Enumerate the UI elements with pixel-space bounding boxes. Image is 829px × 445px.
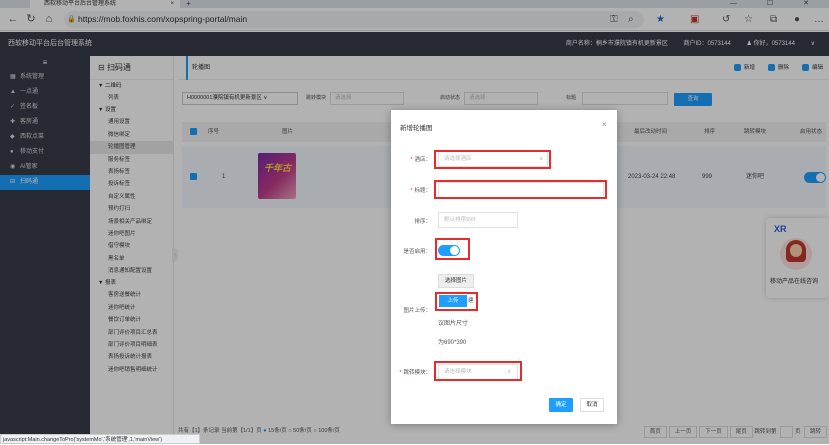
annotation-box-title — [434, 180, 607, 199]
annotation-box-enabled — [435, 238, 470, 260]
annotation-box-hotel — [434, 150, 551, 169]
image-dims-hint: 为690*390 — [438, 340, 467, 346]
add-carousel-dialog: 新增轮播图 × * 酒店： 请选择酒店 ∨ * 标题： 排序： 默认排序999 是否… — [391, 110, 617, 424]
image-size-hint: 议图片尺寸 — [438, 321, 469, 327]
hotel-label: * 酒店： — [410, 157, 431, 163]
module-label: * 跳转模块： — [399, 370, 431, 376]
image-upload-label: 图片上传： — [403, 308, 431, 314]
enabled-label: 是否启用： — [403, 249, 431, 255]
annotation-box-upload — [435, 292, 478, 311]
dialog-title: 新增轮播图 — [400, 125, 433, 132]
cancel-button[interactable]: 取消 — [580, 398, 604, 412]
confirm-button[interactable]: 确定 — [549, 398, 573, 412]
title-label: * 标题： — [410, 188, 431, 194]
order-label: 排序： — [414, 219, 431, 225]
close-icon[interactable]: × — [602, 120, 607, 129]
browser-status-bar: javascript:Main.changeToPro('systemMo','… — [0, 434, 200, 444]
select-image-button[interactable]: 选择图片 — [438, 274, 474, 288]
order-input[interactable]: 默认排序999 — [438, 212, 518, 228]
annotation-box-module — [434, 361, 522, 381]
